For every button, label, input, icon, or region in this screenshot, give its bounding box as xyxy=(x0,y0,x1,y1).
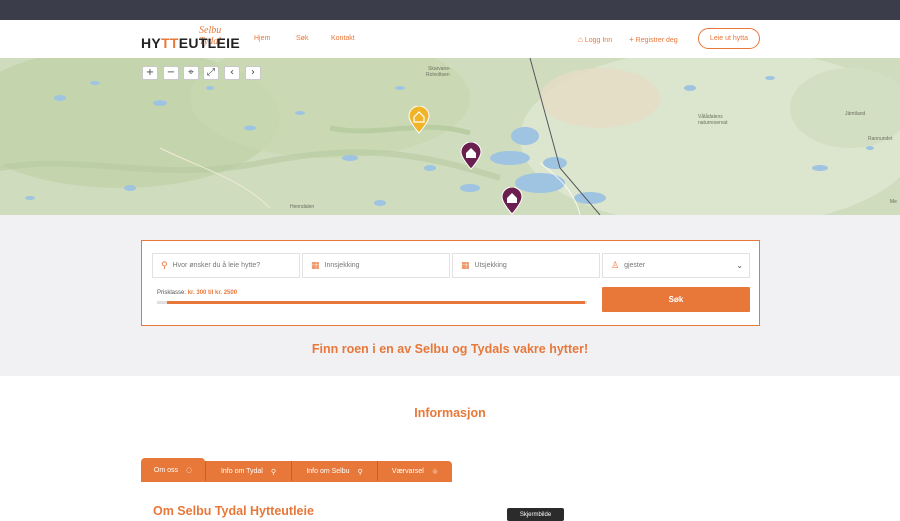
register-link[interactable]: + Registrer deg xyxy=(629,35,678,44)
guests-placeholder: gjester xyxy=(624,262,646,269)
location-placeholder: Hvor ønsker du å leie hytte? xyxy=(172,262,261,269)
purple-cabin-marker[interactable] xyxy=(460,142,482,170)
login-label: Logg Inn xyxy=(584,37,613,44)
svg-text:Rotvoltsen: Rotvoltsen xyxy=(426,72,450,78)
tab-info-tydal[interactable]: Info om Tydal ⚲ xyxy=(206,461,291,482)
tab-about-us[interactable]: Om oss ◌ xyxy=(141,458,205,482)
price-range-slider[interactable] xyxy=(157,301,587,304)
purple-cabin-marker[interactable] xyxy=(501,187,523,215)
map-canvas: Skarvane- Rotvoltsen Henndalen Vålådalen… xyxy=(0,58,900,215)
nav-search-link[interactable]: Søk xyxy=(296,35,308,42)
top-dark-bar xyxy=(0,0,900,20)
lock-icon: ⌂ xyxy=(578,35,583,44)
chevron-right-icon: › xyxy=(251,67,255,78)
fullscreen-icon: ⤢ xyxy=(207,67,215,78)
chevron-left-icon: ‹ xyxy=(230,67,234,78)
location-input[interactable]: ⚲ Hvor ønsker du å leie hytte? xyxy=(152,253,300,278)
search-form: ⚲ Hvor ønsker du å leie hytte? ▦ Innsjek… xyxy=(141,240,760,326)
nav-contact-link[interactable]: Kontakt xyxy=(331,35,355,42)
yellow-cabin-marker[interactable] xyxy=(408,106,430,134)
zoom-in-button[interactable]: + xyxy=(142,66,158,80)
map-next-button[interactable]: › xyxy=(245,66,261,80)
section-heading: Om Selbu Tydal Hytteutleie xyxy=(153,504,314,518)
pin-icon: ⚲ xyxy=(270,467,277,476)
rent-out-button[interactable]: Leie ut hytta xyxy=(698,28,760,49)
nav-home-link[interactable]: Hjem xyxy=(254,35,270,42)
sun-icon: ☼ xyxy=(431,467,439,476)
svg-text:Henndalen: Henndalen xyxy=(290,204,314,210)
screenshot-tooltip: Skjermbilde xyxy=(507,508,564,521)
register-label: Registrer deg xyxy=(635,37,678,44)
svg-text:Jämtland: Jämtland xyxy=(845,111,866,117)
svg-text:Vålådalens: Vålådalens xyxy=(698,113,723,120)
locate-pin-button[interactable]: ⌖ xyxy=(183,66,199,80)
site-logo[interactable]: Selbu Tydal HYTTEUTLEIE xyxy=(141,25,241,52)
login-link[interactable]: ⌂ Logg Inn xyxy=(578,35,612,44)
chevron-down-icon: ⌄ xyxy=(736,261,743,270)
plus-icon: + xyxy=(629,35,634,44)
tab-weather[interactable]: Værvarsel ☼ xyxy=(378,461,452,482)
checkout-date-input[interactable]: ▦ Utsjekking xyxy=(452,253,600,278)
user-icon: ♙ xyxy=(611,260,620,271)
tabs-underline xyxy=(141,481,452,482)
navbar: Selbu Tydal HYTTEUTLEIE Hjem Søk Kontakt… xyxy=(0,20,900,58)
info-section: Informasjon Om oss ◌ Info om Tydal ⚲ Info … xyxy=(0,376,900,521)
svg-text:Me: Me xyxy=(890,199,897,205)
checkin-placeholder: Innsjekking xyxy=(324,262,360,269)
tagline: Finn roen i en av Selbu og Tydals vakre … xyxy=(311,342,589,356)
pin-icon: ⌖ xyxy=(188,67,194,78)
guests-select[interactable]: ♙ gjester ⌄ xyxy=(602,253,750,278)
price-range-label: Prisklasse: kr. 300 til kr. 2500 xyxy=(157,290,238,296)
fullscreen-button[interactable]: ⤢ xyxy=(203,66,219,80)
chat-icon: ◌ xyxy=(186,466,193,474)
pin-icon: ⚲ xyxy=(357,467,363,476)
price-range-value: kr. 300 til kr. 2500 xyxy=(187,290,238,296)
search-button[interactable]: Søk xyxy=(602,287,750,312)
svg-text:Rannundet: Rannundet xyxy=(868,136,893,142)
checkin-date-input[interactable]: ▦ Innsjekking xyxy=(302,253,450,278)
calendar-icon: ▦ xyxy=(311,260,320,271)
map[interactable]: Skarvane- Rotvoltsen Henndalen Vålådalen… xyxy=(0,58,900,215)
zoom-out-button[interactable]: − xyxy=(163,66,179,80)
location-pin-icon: ⚲ xyxy=(161,260,168,271)
price-range-fill xyxy=(167,301,585,304)
logo-wordmark: HYTTEUTLEIE xyxy=(141,35,240,51)
svg-text:naturreservat: naturreservat xyxy=(698,120,728,126)
map-prev-button[interactable]: ‹ xyxy=(224,66,240,80)
info-title: Informasjon xyxy=(414,406,486,420)
checkout-placeholder: Utsjekking xyxy=(474,262,507,269)
calendar-icon: ▦ xyxy=(461,260,470,271)
tab-info-selbu[interactable]: Info om Selbu ⚲ xyxy=(292,461,377,482)
